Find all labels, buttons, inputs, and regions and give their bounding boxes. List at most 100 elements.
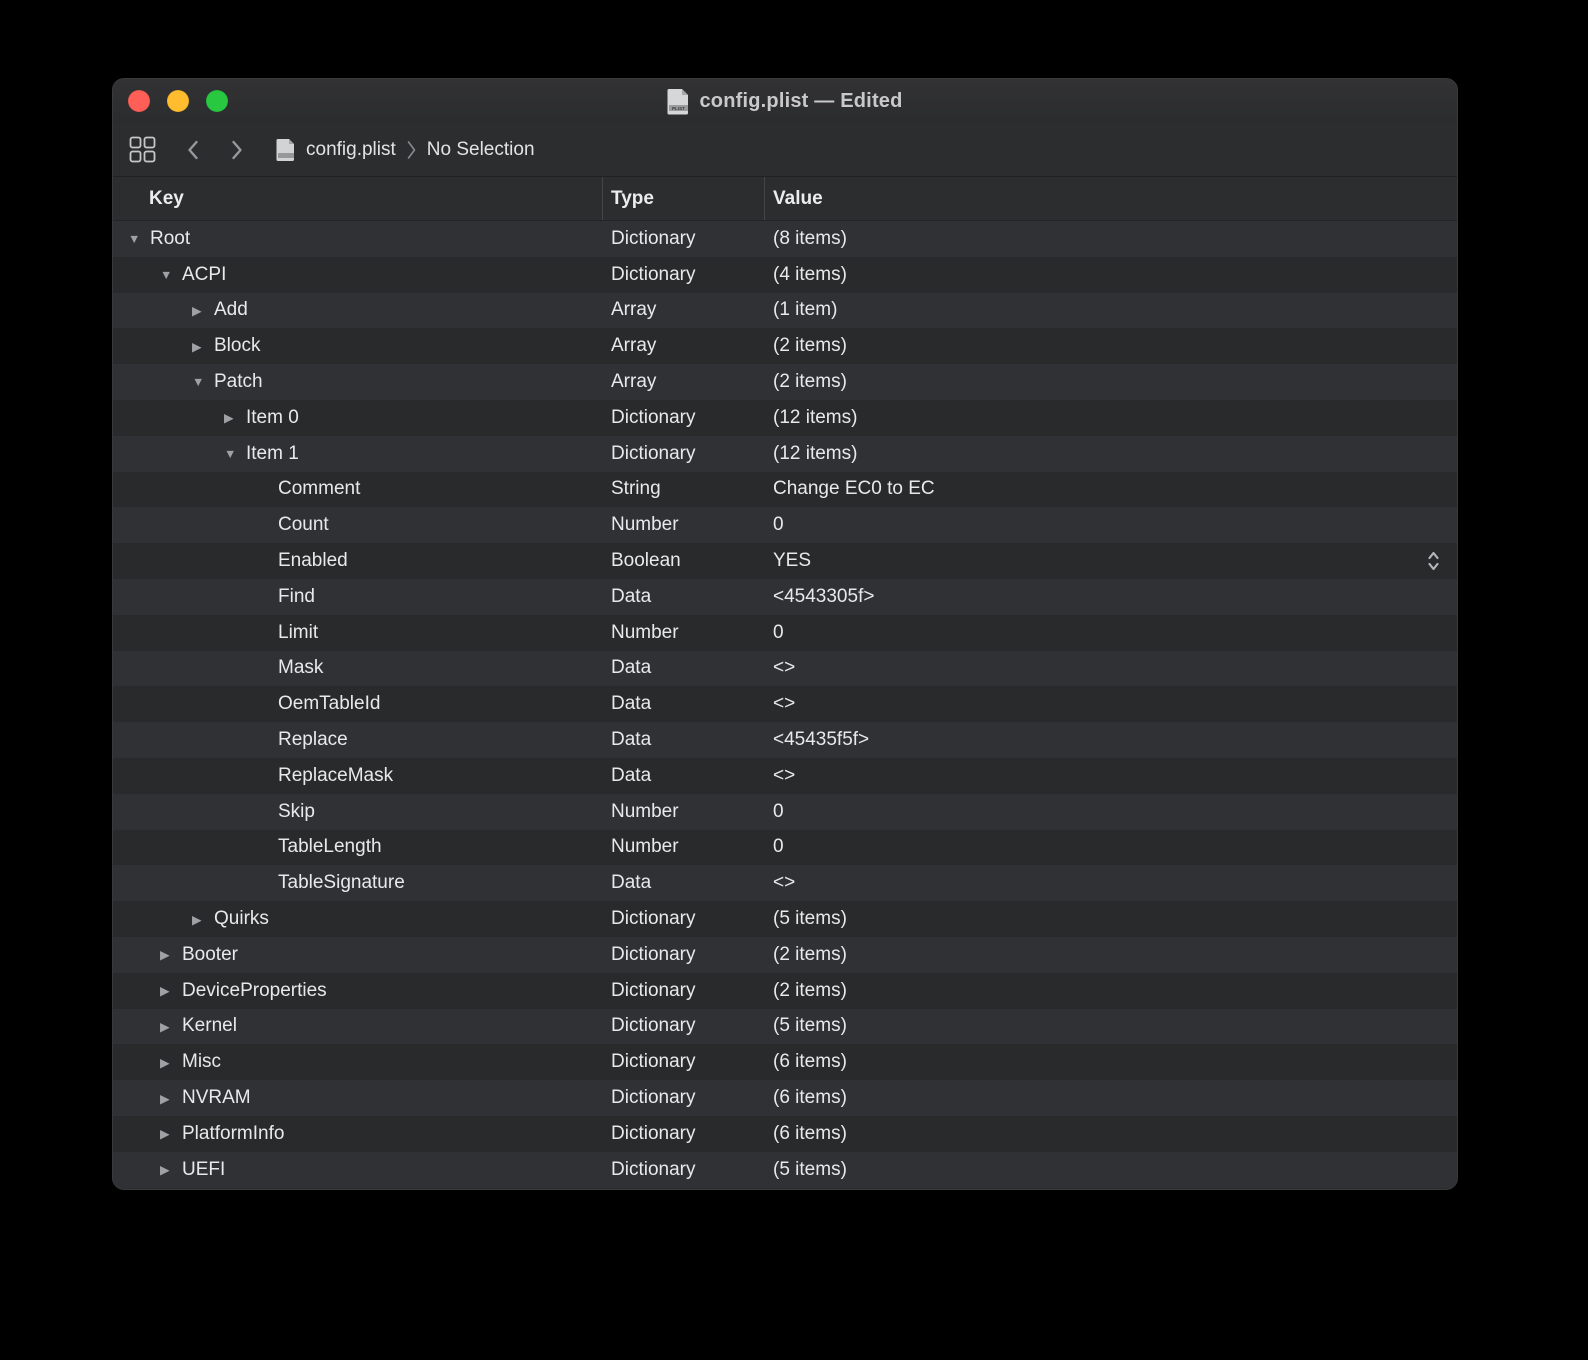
plist-table-body: ▼ Root Dictionary (8 items) ▼ ACPI Dicti… <box>113 221 1457 1188</box>
table-row[interactable]: ReplaceMask Data <> <box>113 758 1457 794</box>
value-label: (6 items) <box>773 1123 847 1144</box>
key-cell: Enabled <box>113 550 603 572</box>
value-cell: (12 items) <box>765 407 1457 429</box>
table-row[interactable]: ▼ Root Dictionary (8 items) <box>113 221 1457 257</box>
key-label: Kernel <box>182 1015 237 1037</box>
key-label: Skip <box>278 801 315 823</box>
table-row[interactable]: ▶ NVRAM Dictionary (6 items) <box>113 1080 1457 1116</box>
plist-editor-window: PLIST config.plist — Edited <box>112 78 1458 1190</box>
type-label: Dictionary <box>611 1123 695 1144</box>
disclosure-triangle[interactable]: ▶ <box>160 1055 182 1070</box>
key-cell: ▼ Patch <box>113 371 603 393</box>
table-row[interactable]: Replace Data <45435f5f> <box>113 722 1457 758</box>
table-row[interactable]: Comment String Change EC0 to EC <box>113 472 1457 508</box>
boolean-stepper[interactable] <box>1426 550 1441 572</box>
disclosure-triangle[interactable]: ▼ <box>160 268 182 282</box>
key-label: Limit <box>278 622 318 644</box>
table-row[interactable]: ▶ Quirks Dictionary (5 items) <box>113 901 1457 937</box>
close-button[interactable] <box>128 90 150 112</box>
value-cell: (5 items) <box>765 1159 1457 1181</box>
minimize-button[interactable] <box>167 90 189 112</box>
disclosure-triangle[interactable]: ▶ <box>160 1091 182 1106</box>
table-row[interactable]: Find Data <4543305f> <box>113 579 1457 615</box>
key-label: DeviceProperties <box>182 980 327 1002</box>
table-row[interactable]: ▶ DeviceProperties Dictionary (2 items) <box>113 973 1457 1009</box>
type-cell: Boolean <box>603 550 765 572</box>
table-row[interactable]: ▼ Patch Array (2 items) <box>113 364 1457 400</box>
table-row[interactable]: ▶ PlatformInfo Dictionary (6 items) <box>113 1116 1457 1152</box>
type-cell: Array <box>603 371 765 393</box>
desktop: { "window": { "title": "config.plist — E… <box>0 0 1588 1360</box>
type-label: Number <box>611 622 679 643</box>
disclosure-triangle[interactable]: ▼ <box>192 375 214 389</box>
key-cell: ▶ PlatformInfo <box>113 1123 603 1145</box>
table-row[interactable]: TableLength Number 0 <box>113 830 1457 866</box>
back-chevron-icon[interactable] <box>186 139 200 161</box>
type-cell: Dictionary <box>603 264 765 286</box>
zoom-button[interactable] <box>206 90 228 112</box>
breadcrumb: config.plist No Selection <box>276 138 535 162</box>
history-navigation <box>186 139 244 161</box>
key-cell: ▶ DeviceProperties <box>113 980 603 1002</box>
disclosure-triangle[interactable]: ▶ <box>160 1162 182 1177</box>
forward-chevron-icon[interactable] <box>230 139 244 161</box>
disclosure-triangle[interactable]: ▶ <box>160 1126 182 1141</box>
type-label: Array <box>611 299 656 320</box>
disclosure-triangle[interactable]: ▼ <box>224 447 246 461</box>
type-cell: Dictionary <box>603 1087 765 1109</box>
plist-document-icon: PLIST <box>667 88 690 115</box>
key-cell: ▼ Root <box>113 228 603 250</box>
table-row[interactable]: ▶ Add Array (1 item) <box>113 293 1457 329</box>
value-cell: (2 items) <box>765 371 1457 393</box>
table-row[interactable]: ▼ Item 1 Dictionary (12 items) <box>113 436 1457 472</box>
related-items-icon[interactable] <box>129 136 156 163</box>
disclosure-triangle[interactable]: ▶ <box>192 303 214 318</box>
disclosure-triangle[interactable]: ▶ <box>160 947 182 962</box>
table-row[interactable]: Count Number 0 <box>113 507 1457 543</box>
value-cell: <> <box>765 872 1457 894</box>
disclosure-triangle[interactable]: ▶ <box>224 410 246 425</box>
table-row[interactable]: Mask Data <> <box>113 651 1457 687</box>
key-cell: ▼ Item 1 <box>113 443 603 465</box>
type-label: Boolean <box>611 550 681 571</box>
value-label: <> <box>773 693 795 714</box>
value-label: (4 items) <box>773 264 847 285</box>
type-label: Dictionary <box>611 1087 695 1108</box>
disclosure-triangle[interactable]: ▶ <box>160 983 182 998</box>
table-row[interactable]: ▶ Misc Dictionary (6 items) <box>113 1044 1457 1080</box>
type-label: Dictionary <box>611 1159 695 1180</box>
type-cell: Dictionary <box>603 407 765 429</box>
table-row[interactable]: ▶ Block Array (2 items) <box>113 328 1457 364</box>
type-cell: Data <box>603 657 765 679</box>
disclosure-triangle[interactable]: ▶ <box>160 1019 182 1034</box>
breadcrumb-file[interactable]: config.plist <box>306 139 396 161</box>
column-header-value[interactable]: Value <box>765 177 1457 220</box>
jump-bar: config.plist No Selection <box>113 123 1457 177</box>
table-row[interactable]: TableSignature Data <> <box>113 865 1457 901</box>
titlebar[interactable]: PLIST config.plist — Edited <box>113 79 1457 123</box>
table-row[interactable]: ▶ Item 0 Dictionary (12 items) <box>113 400 1457 436</box>
table-row[interactable]: ▼ ACPI Dictionary (4 items) <box>113 257 1457 293</box>
value-label: (2 items) <box>773 944 847 965</box>
table-row[interactable]: ▶ UEFI Dictionary (5 items) <box>113 1152 1457 1188</box>
table-row[interactable]: Skip Number 0 <box>113 794 1457 830</box>
value-label: <4543305f> <box>773 586 874 607</box>
type-label: Array <box>611 371 656 392</box>
value-label: (5 items) <box>773 1159 847 1180</box>
file-icon <box>276 138 296 162</box>
table-row[interactable]: OemTableId Data <> <box>113 686 1457 722</box>
type-cell: Number <box>603 514 765 536</box>
disclosure-triangle[interactable]: ▶ <box>192 912 214 927</box>
table-row[interactable]: Limit Number 0 <box>113 615 1457 651</box>
column-header-type[interactable]: Type <box>603 177 765 220</box>
value-cell: (2 items) <box>765 335 1457 357</box>
breadcrumb-selection[interactable]: No Selection <box>427 139 535 161</box>
table-row[interactable]: ▶ Booter Dictionary (2 items) <box>113 937 1457 973</box>
table-row[interactable]: ▶ Kernel Dictionary (5 items) <box>113 1009 1457 1045</box>
disclosure-triangle[interactable]: ▼ <box>128 232 150 246</box>
value-cell: <> <box>765 657 1457 679</box>
key-cell: ▼ ACPI <box>113 264 603 286</box>
disclosure-triangle[interactable]: ▶ <box>192 339 214 354</box>
table-row[interactable]: Enabled Boolean YES <box>113 543 1457 579</box>
column-header-key[interactable]: Key <box>113 177 603 220</box>
